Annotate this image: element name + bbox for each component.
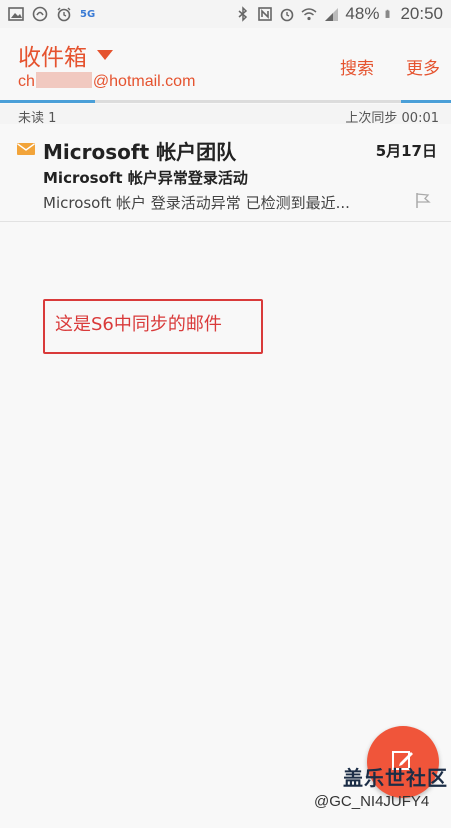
- bluetooth-icon: [238, 6, 248, 22]
- redaction-mask: [35, 72, 92, 88]
- flag-icon[interactable]: [413, 190, 433, 210]
- battery-level: 48%: [345, 4, 380, 23]
- account-email: ch @hotmail.com: [18, 72, 196, 90]
- last-sync-time: 上次同步 00:01: [345, 111, 439, 126]
- battery-icon: [386, 9, 390, 18]
- gallery-icon: [8, 7, 24, 21]
- alarm-icon: [281, 8, 294, 22]
- watermark-handle: @GC_NI4JUFY4: [314, 793, 430, 810]
- email-sender: Microsoft 帐户团队: [43, 140, 237, 164]
- unread-count: 未读 1: [18, 111, 57, 126]
- search-button[interactable]: 搜索: [340, 54, 374, 79]
- app-header: 收件箱 ch @hotmail.com 搜索 更多: [0, 28, 451, 100]
- email-preview: Microsoft 帐户 登录活动异常 已检测到最近...: [43, 194, 350, 212]
- email-date: 5月17日: [375, 142, 437, 160]
- sync-progress-bar: [0, 100, 451, 103]
- samsung-icon: [32, 6, 48, 22]
- nfc-icon: [258, 7, 273, 21]
- wifi-icon: [301, 8, 317, 21]
- folder-selector[interactable]: 收件箱: [18, 38, 113, 72]
- more-button[interactable]: 更多: [406, 54, 440, 79]
- signal-icon: [325, 8, 339, 21]
- sync-progress-tail: [401, 100, 451, 103]
- email-list-item[interactable]: Microsoft 帐户团队 5月17日 Microsoft 帐户异常登录活动 …: [0, 126, 451, 222]
- clock: 20:50: [400, 4, 443, 23]
- email-subject: Microsoft 帐户异常登录活动: [43, 169, 248, 187]
- annotation-box: 这是S6中同步的邮件: [43, 299, 263, 354]
- caret-down-icon: [97, 50, 113, 60]
- unread-envelope-icon: [17, 143, 35, 155]
- folder-title: 收件箱: [18, 45, 87, 71]
- 5g-icon: 5G: [80, 8, 96, 20]
- watermark-title: 盖乐世社区: [343, 766, 448, 790]
- annotation-text: 这是S6中同步的邮件: [55, 314, 222, 335]
- status-bar: 5G 48% 20:50: [0, 0, 451, 28]
- alarm-icon: [57, 7, 71, 22]
- sync-progress-fill: [0, 100, 95, 103]
- mailbox-info-row: 未读 1 上次同步 00:01: [0, 104, 451, 126]
